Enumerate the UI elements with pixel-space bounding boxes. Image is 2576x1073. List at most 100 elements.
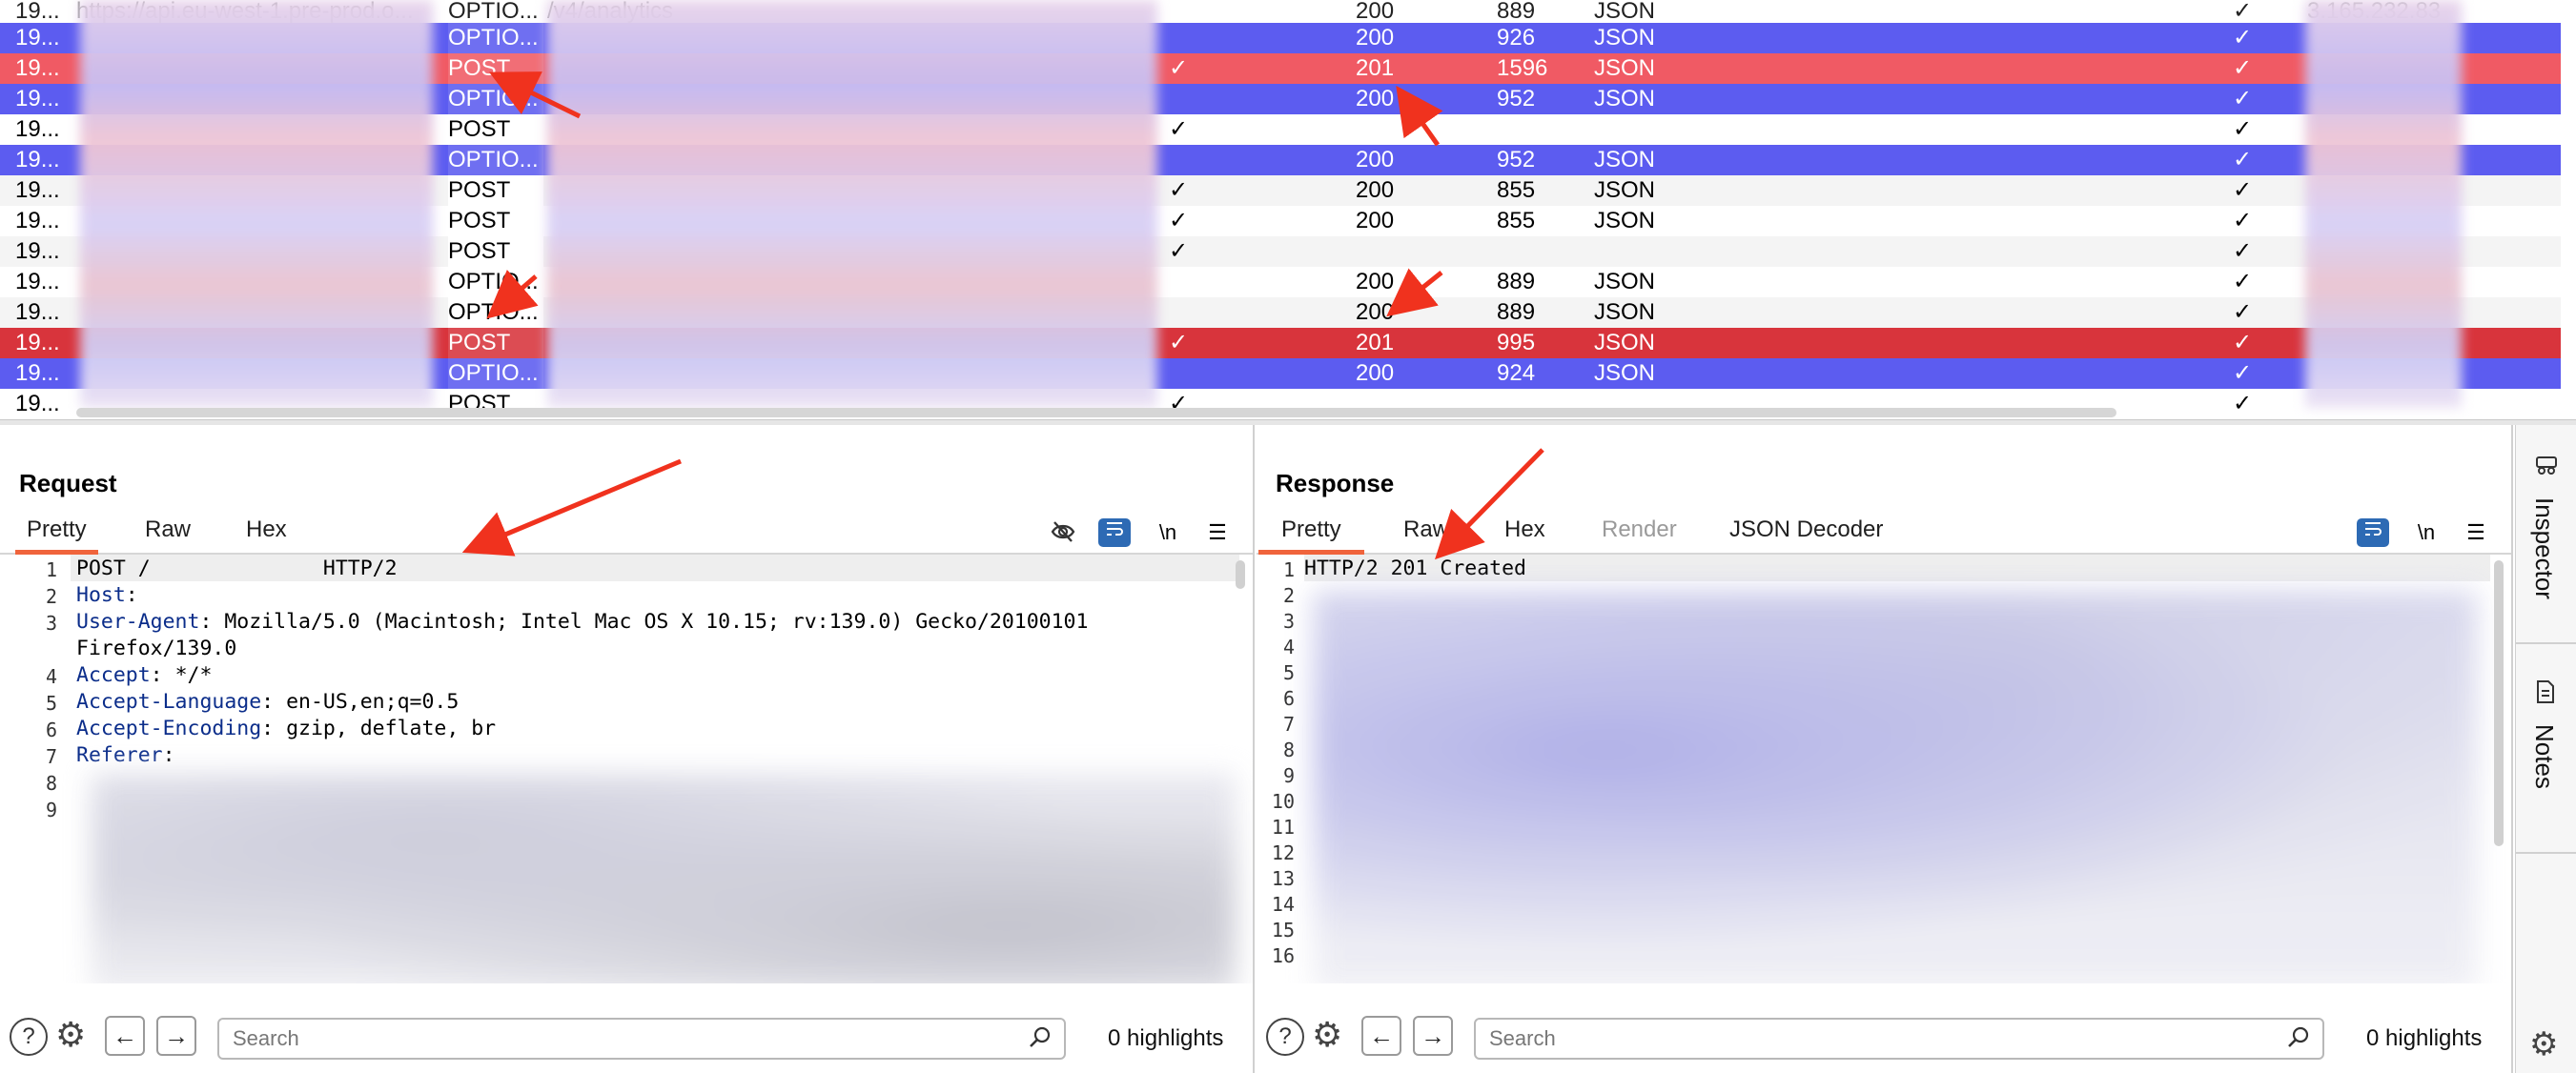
- sidebar-label-notes: Notes: [2530, 724, 2559, 789]
- header-value: POST / HTTP/2: [76, 557, 398, 580]
- response-tab-raw[interactable]: Raw: [1403, 516, 1449, 555]
- request-tab-hex[interactable]: Hex: [246, 516, 287, 555]
- line-number: 10: [1271, 790, 1295, 813]
- gear-icon[interactable]: ⚙: [2529, 1025, 2558, 1063]
- gear-icon[interactable]: ⚙: [1312, 1016, 1342, 1054]
- request-title: Request: [19, 469, 117, 497]
- request-tab-pretty[interactable]: Pretty: [15, 516, 98, 555]
- row-length: 952: [1497, 147, 1536, 172]
- request-bottom-bar: ? ⚙ ← → 0 highlights: [0, 997, 1253, 1073]
- row-status: 200: [1356, 208, 1395, 233]
- header-name: User-Agent: [76, 610, 200, 634]
- inspector-icon: [2533, 452, 2560, 485]
- row-edited-check: [1169, 145, 1197, 175]
- row-mime: JSON: [1594, 360, 1656, 386]
- request-line: Host:: [76, 583, 138, 607]
- row-number: 19...: [15, 55, 60, 81]
- row-mime: JSON: [1594, 330, 1656, 355]
- row-tls: ✓: [2233, 269, 2253, 294]
- line-number: 16: [1271, 944, 1295, 967]
- header-name: Referer: [76, 743, 163, 767]
- row-method: POST: [448, 53, 543, 84]
- response-search-input[interactable]: [1474, 1018, 2324, 1060]
- arrow-left-icon[interactable]: ←: [1361, 1016, 1401, 1056]
- row-number: 19...: [15, 269, 60, 294]
- blurred-response-body: [1314, 591, 2477, 983]
- right-sidebar: Inspector Notes ⚙: [2515, 425, 2576, 1073]
- row-number: 19...: [15, 391, 60, 416]
- arrow-right-icon[interactable]: →: [1413, 1016, 1453, 1056]
- line-number: 3: [45, 612, 57, 635]
- help-icon[interactable]: ?: [1266, 1018, 1304, 1056]
- row-edited-check: ✓: [1169, 238, 1189, 264]
- row-tls: ✓: [2233, 299, 2253, 325]
- header-separator: :: [261, 690, 275, 714]
- row-length: 855: [1497, 208, 1536, 233]
- request-vertical-scrollbar[interactable]: [1236, 560, 1245, 589]
- response-editor[interactable]: 1 2 3 4 5 6 7 8 9 10 11 12 13 14 15 16 HTTP/2 201 Creat…: [1257, 555, 2511, 983]
- line-number: 4: [45, 665, 57, 688]
- line-number: 3: [1282, 610, 1295, 633]
- arrow-right-icon[interactable]: →: [156, 1016, 196, 1056]
- row-tls: ✓: [2233, 208, 2253, 233]
- row-status: 200: [1356, 25, 1395, 51]
- request-tab-raw[interactable]: Raw: [145, 516, 191, 555]
- help-icon[interactable]: ?: [10, 1018, 48, 1056]
- line-number: 12: [1271, 841, 1295, 864]
- row-mime: [1594, 114, 1689, 145]
- row-status: 200: [1356, 147, 1395, 172]
- row-length: [1497, 236, 1583, 267]
- blurred-ip-column: [2305, 0, 2462, 408]
- header-name: Accept-Encoding: [76, 717, 262, 740]
- line-number: 11: [1271, 816, 1295, 839]
- request-search-input[interactable]: [217, 1018, 1066, 1060]
- response-tab-render[interactable]: Render: [1602, 516, 1677, 555]
- line-number: 6: [45, 719, 57, 741]
- line-number: 9: [1282, 764, 1295, 787]
- response-tab-pretty[interactable]: Pretty: [1258, 516, 1364, 555]
- notes-icon: [2533, 678, 2558, 712]
- sidebar-tab-inspector[interactable]: Inspector: [2516, 444, 2576, 644]
- magnifier-icon: [1028, 1025, 1053, 1057]
- arrow-left-icon[interactable]: ←: [105, 1016, 145, 1056]
- response-tab-json-decoder[interactable]: JSON Decoder: [1729, 516, 1883, 555]
- sidebar-label-inspector: Inspector: [2530, 497, 2559, 599]
- response-tab-hex[interactable]: Hex: [1504, 516, 1545, 555]
- row-length: 924: [1497, 360, 1536, 386]
- newline-toggle[interactable]: \n: [1152, 518, 1184, 547]
- newline-toggle[interactable]: \n: [2410, 518, 2443, 547]
- response-vertical-scrollbar[interactable]: [2494, 560, 2504, 846]
- row-status: 200: [1356, 269, 1395, 294]
- hamburger-menu-icon[interactable]: ☰: [1201, 518, 1234, 547]
- row-tls: ✓: [2233, 25, 2253, 51]
- hamburger-menu-icon[interactable]: ☰: [2460, 518, 2492, 547]
- blurred-url-column: [547, 0, 1157, 408]
- row-method: POST: [448, 114, 543, 145]
- row-length: [1497, 114, 1583, 145]
- wrap-icon[interactable]: [1098, 518, 1131, 547]
- row-mime: [1594, 236, 1689, 267]
- response-pane: Response Pretty Raw Hex Render JSON Deco…: [1257, 425, 2513, 1073]
- row-status: [1356, 236, 1422, 267]
- row-tls: ✓: [2233, 330, 2253, 355]
- sidebar-tab-notes[interactable]: Notes: [2516, 673, 2576, 854]
- line-number: 15: [1271, 919, 1295, 941]
- header-value: */*: [162, 663, 213, 687]
- row-tls: ✓: [2233, 86, 2253, 111]
- row-status: 201: [1356, 55, 1395, 81]
- eye-off-icon[interactable]: [1047, 518, 1079, 547]
- line-number: 7: [45, 745, 57, 768]
- request-line: Accept: */*: [76, 663, 212, 687]
- row-method: OPTIO...: [448, 84, 543, 114]
- blurred-host-column: [80, 0, 433, 408]
- row-method: POST: [448, 236, 543, 267]
- row-edited-check: [1169, 297, 1197, 328]
- wrap-icon[interactable]: [2357, 518, 2389, 547]
- request-editor[interactable]: 123456789 POST / HTTP/2 Host: User-Agent: …: [0, 555, 1253, 983]
- history-horizontal-scrollbar[interactable]: [76, 408, 2116, 417]
- gear-icon[interactable]: ⚙: [55, 1016, 86, 1054]
- row-mime: JSON: [1594, 177, 1656, 203]
- row-number: 19...: [15, 238, 60, 264]
- request-line: Referer:: [76, 743, 175, 767]
- row-length: 952: [1497, 86, 1536, 111]
